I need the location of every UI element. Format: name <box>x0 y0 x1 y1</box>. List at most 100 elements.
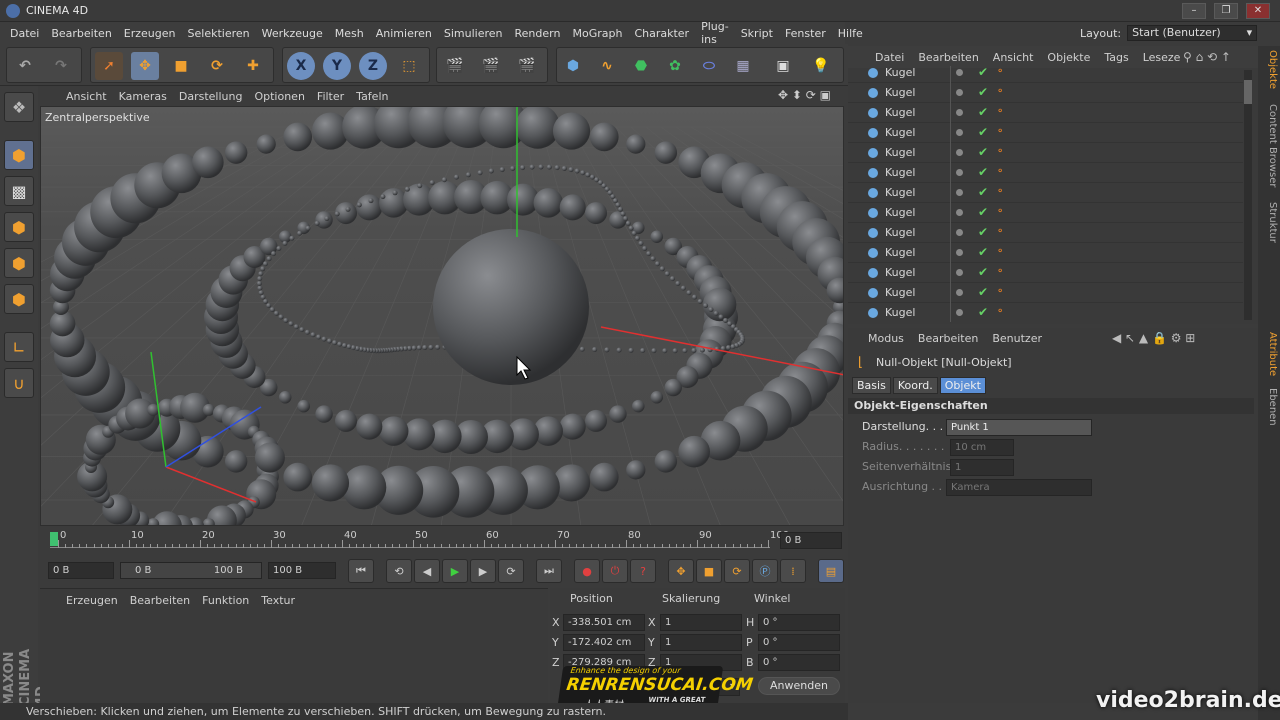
object-row[interactable]: Kugel ✔ ⚬ <box>848 123 1243 143</box>
sphere-object[interactable] <box>289 235 295 241</box>
sphere-object[interactable] <box>609 405 627 423</box>
point-mode-icon[interactable]: ⬢ <box>4 212 34 242</box>
tag-icon[interactable]: ⚬ <box>996 206 1006 218</box>
menu-mesh[interactable]: Mesh <box>329 27 370 40</box>
tag-icon[interactable]: ⚬ <box>996 186 1006 198</box>
render-picture-icon[interactable]: 🎬 <box>477 52 505 80</box>
sphere-object[interactable] <box>379 416 409 446</box>
object-row[interactable]: Kugel ✔ ⚬ <box>848 66 1243 83</box>
menu-werkzeuge[interactable]: Werkzeuge <box>256 27 329 40</box>
sphere-object[interactable] <box>592 347 598 353</box>
prev-key-icon[interactable]: ⟲ <box>386 559 412 583</box>
sphere-object[interactable] <box>559 194 586 221</box>
sphere-object[interactable] <box>730 344 736 350</box>
sphere-object[interactable] <box>691 347 697 353</box>
viewport-menu-ansicht[interactable]: Ansicht <box>60 90 113 103</box>
sphere-object[interactable] <box>520 165 526 171</box>
object-menu-tags[interactable]: Tags <box>1097 51 1135 64</box>
angle-field[interactable]: 0 ° <box>758 634 840 651</box>
object-scrollbar[interactable] <box>1244 70 1252 320</box>
sphere-object[interactable] <box>256 280 262 286</box>
object-row[interactable]: Kugel ✔ ⚬ <box>848 203 1243 223</box>
sphere-object[interactable] <box>585 202 607 225</box>
sphere-object[interactable] <box>568 167 574 173</box>
add-tool-icon[interactable]: ✚ <box>239 52 267 80</box>
menu-fenster[interactable]: Fenster <box>779 27 832 40</box>
sphere-object[interactable] <box>638 240 644 246</box>
sphere-object[interactable] <box>646 251 652 257</box>
object-menu-ansicht[interactable]: Ansicht <box>986 51 1041 64</box>
key-param-icon[interactable]: Ⓟ <box>752 559 778 583</box>
sphere-object[interactable] <box>713 310 719 316</box>
viewport-menu-optionen[interactable]: Optionen <box>248 90 310 103</box>
minimize-button[interactable]: – <box>1182 3 1206 19</box>
sphere-object[interactable] <box>192 146 224 179</box>
next-key-icon[interactable]: ⟳ <box>498 559 524 583</box>
sphere-object[interactable] <box>699 347 705 353</box>
sphere-object[interactable] <box>283 122 313 152</box>
edge-mode-icon[interactable]: ⬢ <box>4 248 34 278</box>
sphere-object[interactable] <box>651 348 657 354</box>
attribute-toolbar-icons[interactable]: ◀ ↖ ▲ 🔒 ⚙ ⊞ <box>1112 331 1195 345</box>
enabled-check-icon[interactable]: ✔ <box>978 285 988 299</box>
undo-icon[interactable]: ↶ <box>11 52 39 80</box>
material-menu-textur[interactable]: Textur <box>255 594 301 607</box>
sphere-object[interactable] <box>554 165 560 171</box>
sphere-object[interactable] <box>697 298 703 304</box>
sphere-object[interactable] <box>655 261 661 267</box>
sphere-object[interactable] <box>276 245 282 251</box>
sphere-object[interactable] <box>315 405 333 423</box>
enabled-check-icon[interactable]: ✔ <box>978 85 988 99</box>
sphere-object[interactable] <box>299 327 305 333</box>
sphere-object[interactable] <box>650 391 664 404</box>
tag-icon[interactable]: ⚬ <box>996 166 1006 178</box>
object-menu-leseze[interactable]: Leseze <box>1136 51 1188 64</box>
sphere-object[interactable] <box>670 276 676 282</box>
sphere-object[interactable] <box>682 348 688 354</box>
layout-dropdown[interactable]: Start (Benutzer) ▾ <box>1127 25 1258 41</box>
sphere-object[interactable] <box>686 290 692 296</box>
spline-icon[interactable]: ∿ <box>593 52 621 80</box>
object-menu-datei[interactable]: Datei <box>868 51 911 64</box>
sphere-object[interactable] <box>356 194 383 221</box>
sphere-object[interactable] <box>659 266 665 272</box>
sphere-object[interactable] <box>692 294 698 300</box>
position-field[interactable]: -172.402 cm <box>563 634 645 651</box>
apply-button[interactable]: Anwenden <box>758 677 840 695</box>
sphere-object[interactable] <box>615 202 621 208</box>
angle-field[interactable]: 0 ° <box>758 614 840 631</box>
attribute-menu-bearbeiten[interactable]: Bearbeiten <box>918 332 978 345</box>
sphere-object[interactable] <box>224 141 248 164</box>
sphere-object[interactable] <box>634 235 640 241</box>
sphere-object[interactable] <box>580 170 586 176</box>
menu-selektieren[interactable]: Selektieren <box>182 27 256 40</box>
tag-icon[interactable]: ⚬ <box>996 146 1006 158</box>
sphere-object[interactable] <box>258 290 264 296</box>
visibility-dot-icon[interactable] <box>956 289 963 296</box>
cube-icon[interactable]: ⬢ <box>559 52 587 80</box>
object-row[interactable]: Kugel ✔ ⚬ <box>848 223 1243 243</box>
tab-objekte[interactable]: Objekte <box>1260 50 1278 89</box>
menu-mograph[interactable]: MoGraph <box>566 27 628 40</box>
sphere-object[interactable] <box>650 256 656 262</box>
sphere-object[interactable] <box>488 168 494 174</box>
sphere-object[interactable] <box>552 112 591 150</box>
sphere-object[interactable] <box>283 462 313 492</box>
visibility-dot-icon[interactable] <box>956 229 963 236</box>
sphere-object[interactable] <box>559 413 586 440</box>
material-menu-funktion[interactable]: Funktion <box>196 594 255 607</box>
tag-icon[interactable]: ⚬ <box>996 126 1006 138</box>
sphere-object[interactable] <box>404 186 410 192</box>
select-tool-icon[interactable]: ➚ <box>95 52 123 80</box>
sphere-object[interactable] <box>654 141 678 164</box>
sphere-object[interactable] <box>283 317 289 323</box>
sphere-object[interactable] <box>664 271 670 277</box>
sphere-object[interactable] <box>538 164 544 170</box>
sphere-object[interactable] <box>465 172 471 178</box>
range-slider[interactable]: 0 B 100 B <box>120 562 262 579</box>
floor-icon[interactable]: ▦ <box>729 52 757 80</box>
sphere-object[interactable] <box>604 347 610 353</box>
enabled-check-icon[interactable]: ✔ <box>978 125 988 139</box>
enabled-check-icon[interactable]: ✔ <box>978 225 988 239</box>
menu-charakter[interactable]: Charakter <box>628 27 695 40</box>
